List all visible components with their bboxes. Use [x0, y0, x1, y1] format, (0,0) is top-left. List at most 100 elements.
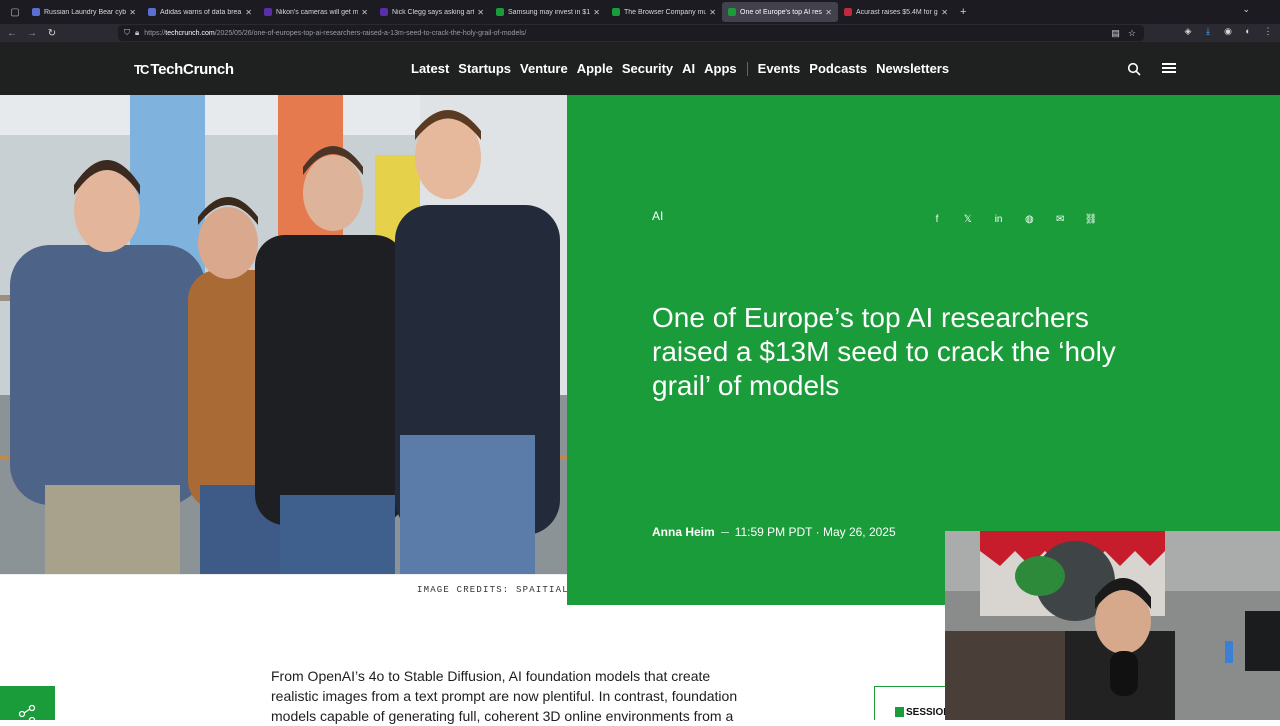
close-tab-icon[interactable]: ✕ [825, 8, 832, 17]
browser-tab-active[interactable]: One of Europe's top AI res ✕ [722, 2, 838, 22]
browser-toolbar: ← → ↻ ⛉ 🔒︎ https://techcrunch.com/2025/0… [0, 24, 1280, 42]
body-line: models capable of generating full, coher… [271, 708, 734, 724]
tab-title: Nick Clegg says asking art [392, 8, 475, 16]
browser-tab-bar: ▢ Russian Laundry Bear cyb ✕ Adidas warns… [0, 0, 1280, 24]
browser-tab[interactable]: The Browser Company mu ✕ [606, 2, 722, 22]
tab-title: Acurast raises $5.4M for gi [856, 8, 939, 16]
site-header: TC TechCrunch Latest Startups Venture Ap… [0, 42, 1280, 95]
author-name[interactable]: Anna Heim [652, 525, 715, 539]
article-body: From OpenAI’s 4o to Stable Diffusion, AI… [271, 666, 781, 726]
url-path: /2025/05/26/one-of-europes-top-ai-resear… [214, 29, 527, 37]
nav-ai[interactable]: AI [682, 61, 695, 76]
ad-label: SESSION [906, 707, 951, 718]
reload-icon[interactable]: ↻ [42, 28, 62, 39]
link-icon[interactable]: ⛓ [1084, 214, 1098, 225]
tab-title: Adidas warns of data brea [160, 8, 242, 16]
browser-tab[interactable]: Acurast raises $5.4M for gi ✕ [838, 2, 954, 22]
hamburger-menu-icon[interactable] [1162, 63, 1176, 75]
tab-favicon [148, 8, 156, 16]
extensions-icon[interactable]: ◐ [1242, 26, 1254, 37]
downloads-icon[interactable]: ⤓ [1202, 26, 1214, 37]
forward-icon[interactable]: → [22, 28, 42, 39]
sessions-logo-icon [895, 707, 904, 717]
email-icon[interactable]: ✉ [1053, 214, 1067, 225]
nav-newsletters[interactable]: Newsletters [876, 61, 949, 76]
techcrunch-logo[interactable]: TC TechCrunch [134, 61, 234, 78]
shield-icon[interactable]: ⛉ [124, 28, 130, 38]
close-tab-icon[interactable]: ✕ [593, 8, 600, 17]
main-nav: Latest Startups Venture Apple Security A… [411, 61, 958, 76]
browser-tab[interactable]: Russian Laundry Bear cyb ✕ [26, 2, 142, 22]
article-byline: Anna Heim 11:59 PM PDT · May 26, 2025 [652, 525, 896, 539]
nav-apps[interactable]: Apps [704, 61, 737, 76]
tab-favicon [380, 8, 388, 16]
new-tab-icon[interactable]: + [960, 6, 966, 18]
close-tab-icon[interactable]: ✕ [477, 8, 484, 17]
nav-apple[interactable]: Apple [577, 61, 613, 76]
tab-title: One of Europe's top AI res [740, 8, 822, 16]
account-icon[interactable]: ◉ [1222, 26, 1234, 37]
nav-venture[interactable]: Venture [520, 61, 568, 76]
tab-favicon [264, 8, 272, 16]
nav-podcasts[interactable]: Podcasts [809, 61, 867, 76]
tab-favicon [32, 8, 40, 16]
tab-title: Nikon's cameras will get m [276, 8, 359, 16]
publish-time: 11:59 PM PDT · May 26, 2025 [734, 525, 896, 539]
tab-favicon [612, 8, 620, 16]
hero-image [0, 95, 567, 574]
webcam-feed [945, 531, 1280, 720]
sessions-ad[interactable]: SESSION [874, 686, 954, 720]
facebook-icon[interactable]: f [930, 214, 944, 225]
nav-divider [746, 61, 748, 76]
floating-share-button[interactable] [0, 686, 55, 724]
linkedin-icon[interactable]: in [992, 214, 1006, 225]
image-credits: IMAGE CREDITS: SPAITIAL [417, 585, 569, 595]
body-line: From OpenAI’s 4o to Stable Diffusion, AI… [271, 668, 711, 684]
share-icons: f 𝕏 in ◍ ✉ ⛓ [924, 214, 1104, 225]
nav-latest[interactable]: Latest [411, 61, 449, 76]
x-icon[interactable]: 𝕏 [961, 214, 975, 225]
logo-text: TechCrunch [150, 61, 234, 78]
reddit-icon[interactable]: ◍ [1022, 214, 1036, 225]
webcam-overlay [945, 531, 1280, 720]
tab-favicon [496, 8, 504, 16]
pocket-icon[interactable]: ◈ [1182, 26, 1194, 37]
nav-security[interactable]: Security [622, 61, 673, 76]
logo-mark: TC [134, 62, 149, 77]
tab-list-chevron-icon[interactable]: ⌄ [1242, 4, 1250, 15]
tab-title: Samsung may invest in $1 [508, 8, 591, 16]
lock-icon[interactable]: 🔒︎ [135, 28, 139, 38]
url-domain: techcrunch.com [165, 29, 215, 37]
nav-startups[interactable]: Startups [458, 61, 511, 76]
body-line: realistic images from a text prompt are … [271, 688, 738, 704]
tab-favicon [844, 8, 852, 16]
browser-tab[interactable]: Nick Clegg says asking art ✕ [374, 2, 490, 22]
search-icon[interactable] [1127, 62, 1141, 76]
article-headline: One of Europe’s top AI researchers raise… [652, 302, 1116, 401]
team-photo [0, 95, 567, 574]
close-tab-icon[interactable]: ✕ [245, 8, 252, 17]
browser-tab[interactable]: Nikon's cameras will get m ✕ [258, 2, 374, 22]
byline-divider [720, 531, 729, 533]
close-tab-icon[interactable]: ✕ [361, 8, 368, 17]
close-tab-icon[interactable]: ✕ [941, 8, 948, 17]
image-divider [0, 574, 567, 575]
article-category[interactable]: AI [652, 209, 663, 223]
tab-favicon [728, 8, 736, 16]
browser-tab[interactable]: Adidas warns of data brea ✕ [142, 2, 258, 22]
tab-title: Russian Laundry Bear cyb [44, 8, 127, 16]
back-icon[interactable]: ← [2, 28, 22, 39]
browser-tab[interactable]: Samsung may invest in $1 ✕ [490, 2, 606, 22]
nav-events[interactable]: Events [758, 61, 801, 76]
tab-overview-icon[interactable]: ▢ [4, 3, 26, 21]
close-tab-icon[interactable]: ✕ [709, 8, 716, 17]
bookmark-star-icon[interactable]: ☆ [1128, 28, 1136, 39]
tab-title: The Browser Company mu [624, 8, 707, 16]
share-icon [18, 704, 36, 724]
url-prefix: https:// [144, 29, 166, 37]
reader-view-icon[interactable]: ▤ [1111, 28, 1120, 39]
app-menu-icon[interactable]: ⋮ [1262, 26, 1274, 37]
url-text[interactable]: https://techcrunch.com/2025/05/26/one-of… [144, 30, 526, 37]
address-bar[interactable]: ⛉ 🔒︎ https://techcrunch.com/2025/05/26/o… [118, 25, 1144, 41]
close-tab-icon[interactable]: ✕ [129, 8, 136, 17]
